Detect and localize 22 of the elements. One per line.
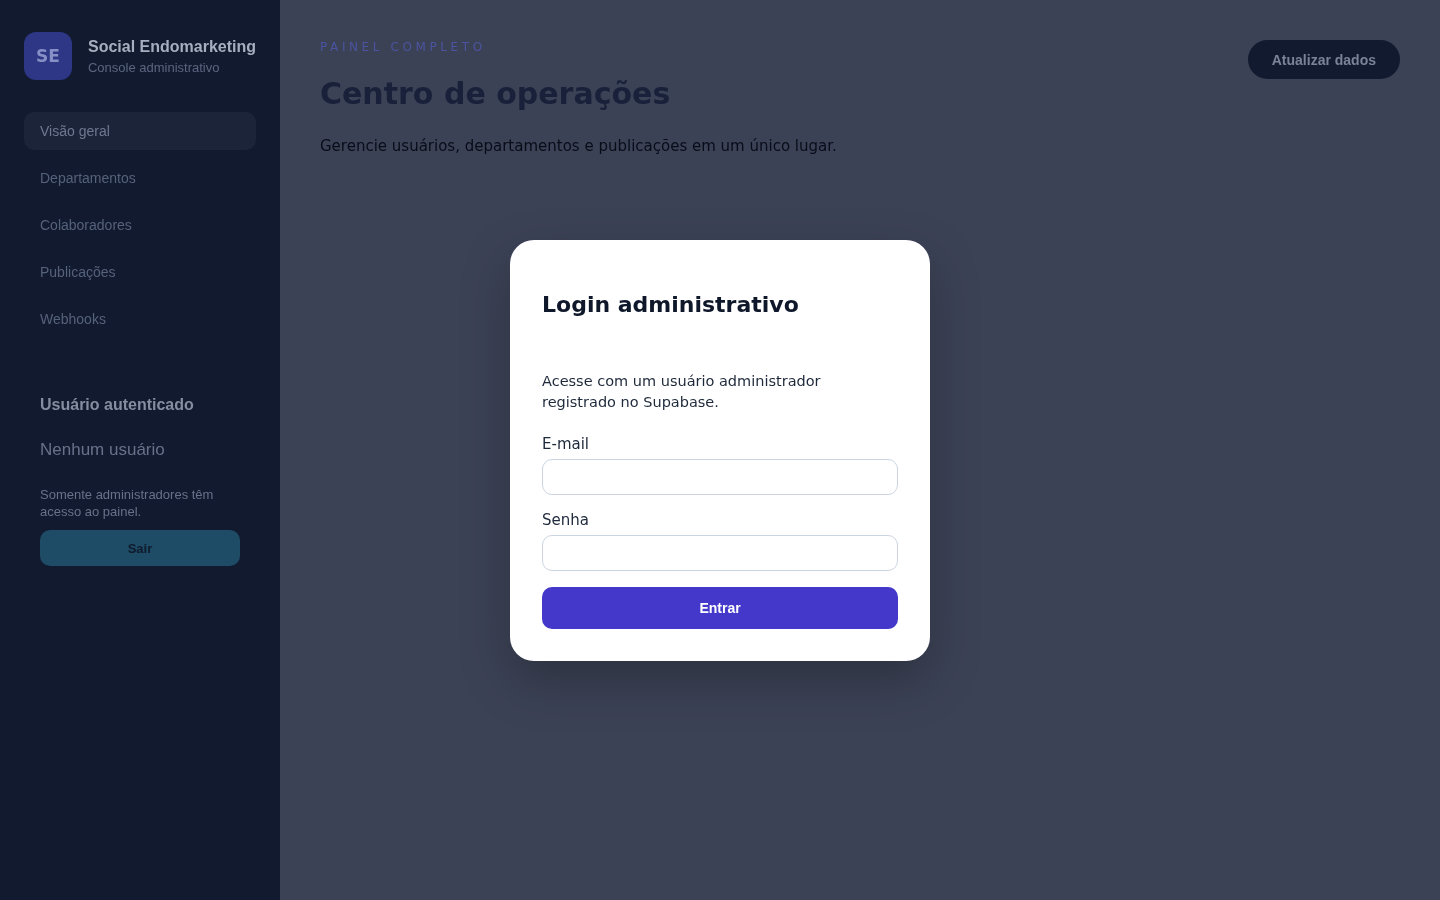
logo: SE — [24, 32, 72, 80]
login-button[interactable]: Entrar — [542, 586, 898, 629]
page-description: Gerencie usuários, departamentos e publicações em um único lugar. — [320, 137, 837, 155]
logout-button[interactable]: Sair — [40, 530, 240, 566]
dialog-title: Login administrativo — [542, 291, 800, 317]
user-name: Nenhum usuário — [40, 440, 166, 460]
user-section-heading: Usuário autenticado — [40, 396, 195, 414]
app-subtitle: Console administrativo — [87, 59, 221, 75]
input-field[interactable] — [542, 534, 898, 571]
nav-item[interactable]: Publicações — [24, 253, 256, 291]
nav-item[interactable]: Visão geral — [24, 112, 256, 150]
nav-item[interactable]: Colaboradores — [24, 206, 256, 244]
input-field[interactable] — [542, 458, 898, 495]
nav-item[interactable]: Departamentos — [24, 159, 256, 197]
nav-item[interactable]: Webhooks — [24, 300, 256, 338]
field-label: E-mail — [542, 434, 591, 453]
refresh-button[interactable]: Atualizar dados — [1247, 40, 1400, 79]
field-label: Senha — [542, 510, 590, 529]
eyebrow-label: PAINEL COMPLETO — [320, 40, 487, 54]
app-title: Social Endomarketing — [87, 37, 256, 56]
dialog-description: Acesse com um usuário administrador registrado no Supabase. — [542, 371, 822, 412]
access-note: Somente administradores têm acesso ao painel. — [40, 486, 215, 520]
